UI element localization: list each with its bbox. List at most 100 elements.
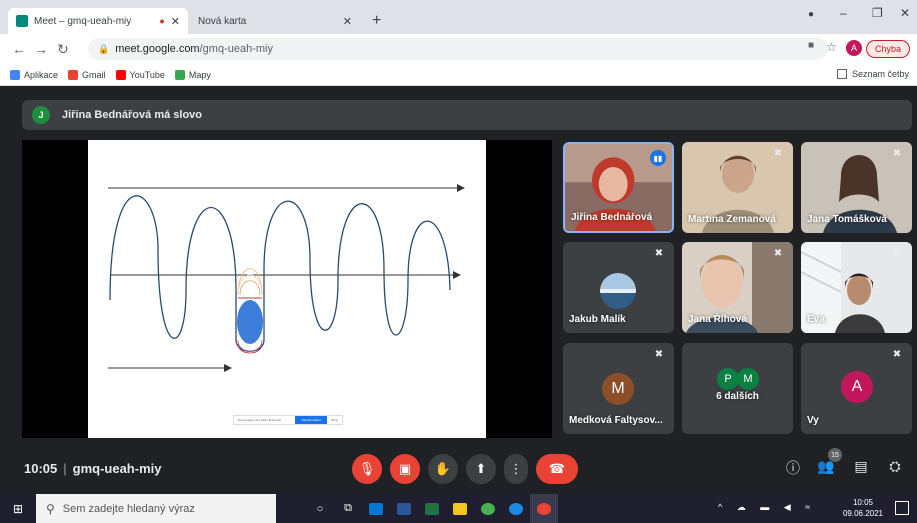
taskbar-clock[interactable]: 10:05 09.06.2021 <box>843 497 883 519</box>
start-button[interactable]: ⊞ <box>0 494 36 523</box>
avatar: P <box>717 368 739 390</box>
bookmarks-bar: Aplikace Gmail YouTube Mapy Seznam četby <box>0 64 917 86</box>
browser-tab-strip: Meet – gmq-ueah-miy ● ✕ Nová karta ✕ + ●… <box>0 0 917 34</box>
tab-meet[interactable]: Meet – gmq-ueah-miy ● ✕ <box>8 8 188 34</box>
forward-icon[interactable]: → <box>30 41 52 57</box>
taskbar-search[interactable]: ⚲ Sem zadejte hledaný výraz <box>36 494 276 523</box>
youtube-icon <box>115 69 126 80</box>
word-app[interactable] <box>390 494 418 523</box>
meeting-info: 10:05 | gmq-ueah-miy <box>24 461 161 476</box>
task-view-button[interactable]: ⧉ <box>334 494 362 523</box>
speaker-avatar: J <box>32 106 50 124</box>
cortana-icon: ○ <box>316 502 324 515</box>
reload-icon[interactable]: ↻ <box>52 41 74 58</box>
camera-off-button[interactable]: ▣ <box>390 454 420 484</box>
muted-mic-icon: ✖ <box>654 248 664 259</box>
mail-icon <box>369 502 383 515</box>
bookmark-maps[interactable]: Mapy <box>174 69 211 80</box>
chrome-app[interactable] <box>530 494 558 523</box>
excel-app[interactable] <box>418 494 446 523</box>
error-label: Chyba <box>866 40 911 58</box>
participant-tile-others[interactable]: P M 6 dalších <box>682 343 793 434</box>
participant-tile[interactable]: ✖ Eva <box>801 242 912 333</box>
cortana-button[interactable]: ○ <box>306 494 334 523</box>
lock-icon: 🔒 <box>98 43 110 54</box>
mic-off-icon: 🎙 <box>358 461 376 476</box>
bookmark-apps[interactable]: Aplikace <box>10 69 59 80</box>
reading-list-button[interactable]: Seznam četby <box>836 69 909 79</box>
participant-tile[interactable]: ✖ Jakub Malík <box>563 242 674 333</box>
address-bar-row: ← → ↻ 🔒 meet.google.com /gmq-ueah-miy ■ … <box>0 34 917 64</box>
close-tab-icon[interactable]: ✕ <box>171 15 180 28</box>
avatar: M <box>737 368 759 390</box>
tab-new[interactable]: Nová karta ✕ <box>190 8 360 34</box>
teams-app[interactable] <box>474 494 502 523</box>
participant-name: Medková Faltysov... <box>569 415 663 426</box>
error-button[interactable]: Chyba <box>866 40 911 58</box>
participant-tile[interactable]: ▮▮ Jiřina Bednářová <box>563 142 674 233</box>
chat-icon[interactable]: ▤ <box>850 458 872 475</box>
participant-tile[interactable]: ✖ M Medková Faltysov... <box>563 343 674 434</box>
task-view-icon: ⧉ <box>344 502 352 514</box>
camera-indicator-icon[interactable]: ■ <box>808 40 814 51</box>
bookmark-label: Mapy <box>188 69 211 80</box>
address-input[interactable]: 🔒 meet.google.com /gmq-ueah-miy <box>88 38 828 60</box>
muted-mic-icon: ✖ <box>773 248 783 259</box>
close-tab-icon[interactable]: ✕ <box>343 15 352 28</box>
more-vert-icon: ⋮ <box>509 461 523 476</box>
profile-avatar: A <box>846 40 862 56</box>
presentation-area[interactable]: meet.google.com sdílí obrazovku. Ukončit… <box>22 140 552 438</box>
meet-favicon-icon <box>16 15 28 27</box>
system-tray-icons[interactable]: ^ ☁ ▬ ◀ ≈ <box>718 502 816 513</box>
participant-tile[interactable]: ✖ Jana Říhová <box>682 242 793 333</box>
minimize-icon[interactable]: – <box>840 6 847 20</box>
hide-button[interactable]: Skrýt <box>327 418 342 422</box>
bookmark-star-icon[interactable]: ☆ <box>826 40 837 54</box>
clock-time: 10:05 <box>852 498 873 507</box>
more-options-button[interactable]: ⋮ <box>504 454 528 484</box>
leave-call-button[interactable]: ☎ <box>536 454 578 484</box>
bookmark-youtube[interactable]: YouTube <box>115 69 165 80</box>
participant-tile[interactable]: ✖ Jana Tomášková <box>801 142 912 233</box>
profile-button[interactable]: A <box>846 40 862 56</box>
tab-title: Meet – gmq-ueah-miy <box>34 15 132 27</box>
avatar: A <box>841 371 873 403</box>
sharing-notice-bar: meet.google.com sdílí obrazovku. Ukončit… <box>233 415 343 425</box>
back-icon[interactable]: ← <box>8 41 30 57</box>
muted-mic-icon: ✖ <box>892 148 902 159</box>
speaking-indicator-icon: ▮▮ <box>650 150 666 166</box>
participant-name: Vy <box>807 415 819 426</box>
bookmark-gmail[interactable]: Gmail <box>68 69 106 80</box>
explorer-app[interactable] <box>446 494 474 523</box>
participant-name: Martina Zemanová <box>688 214 776 225</box>
gmail-icon <box>68 69 79 80</box>
word-icon <box>397 502 411 515</box>
meet-main: J Jiřina Bednářová má slovo meet.google.… <box>0 86 917 494</box>
bookmark-label: Aplikace <box>24 69 59 80</box>
search-placeholder: Sem zadejte hledaný výraz <box>62 502 195 515</box>
present-button[interactable]: ⬆ <box>466 454 496 484</box>
speaker-text: Jiřina Bednářová má slovo <box>62 109 202 121</box>
sharing-notice-text: meet.google.com sdílí obrazovku. <box>237 418 282 422</box>
participant-count-badge: 15 <box>828 448 842 462</box>
apps-grid-icon <box>10 69 20 80</box>
participant-tile-self[interactable]: ✖ A Vy <box>801 343 912 434</box>
info-separator: | <box>63 461 67 476</box>
stop-sharing-button[interactable]: Ukončit sdílení <box>295 416 328 424</box>
raise-hand-button[interactable]: ✋ <box>428 454 458 484</box>
activities-icon[interactable]: ⛭ <box>884 458 906 475</box>
notifications-icon[interactable] <box>895 501 909 515</box>
participant-name: Jana Říhová <box>688 314 747 325</box>
mic-off-button[interactable]: 🎙 <box>352 454 382 484</box>
restore-icon[interactable]: ❐ <box>872 6 883 20</box>
meeting-time: 10:05 <box>24 461 58 476</box>
windows-icon: ⊞ <box>12 501 24 516</box>
new-tab-button[interactable]: + <box>372 12 381 30</box>
info-icon[interactable]: ⓘ <box>782 458 804 478</box>
mail-app[interactable] <box>362 494 390 523</box>
close-window-icon[interactable]: ✕ <box>900 6 910 20</box>
edge-app[interactable] <box>502 494 530 523</box>
participant-tile[interactable]: ✖ Martina Zemanová <box>682 142 793 233</box>
participant-name: Eva <box>807 314 825 325</box>
chrome-icon <box>537 502 551 515</box>
